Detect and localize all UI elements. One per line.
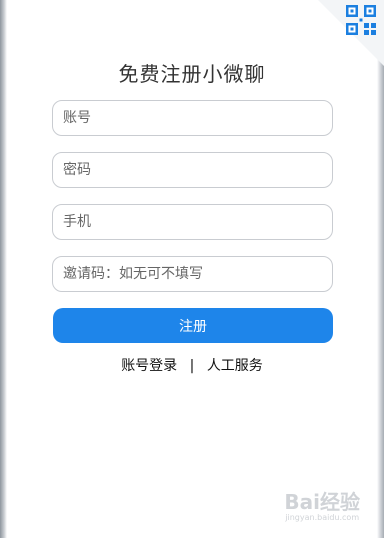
phone-input[interactable] [52,204,333,240]
account-login-link[interactable]: 账号登录 [121,358,177,374]
register-button[interactable]: 注册 [53,308,333,343]
invite-code-input[interactable] [52,256,333,292]
support-link[interactable]: 人工服务 [207,358,263,374]
link-separator: | [189,358,195,374]
password-input[interactable] [52,152,333,188]
footer-links: 账号登录 | 人工服务 [0,355,384,375]
watermark-logo: Bai经验 [284,490,360,514]
watermark: Bai经验 jingyan.baidu.com [284,486,360,522]
qr-login-corner[interactable] [318,0,384,66]
watermark-url: jingyan.baidu.com [285,513,360,522]
qr-code-icon[interactable] [346,5,376,35]
page-title: 免费注册小微聊 [118,62,266,86]
account-input[interactable] [52,100,333,136]
